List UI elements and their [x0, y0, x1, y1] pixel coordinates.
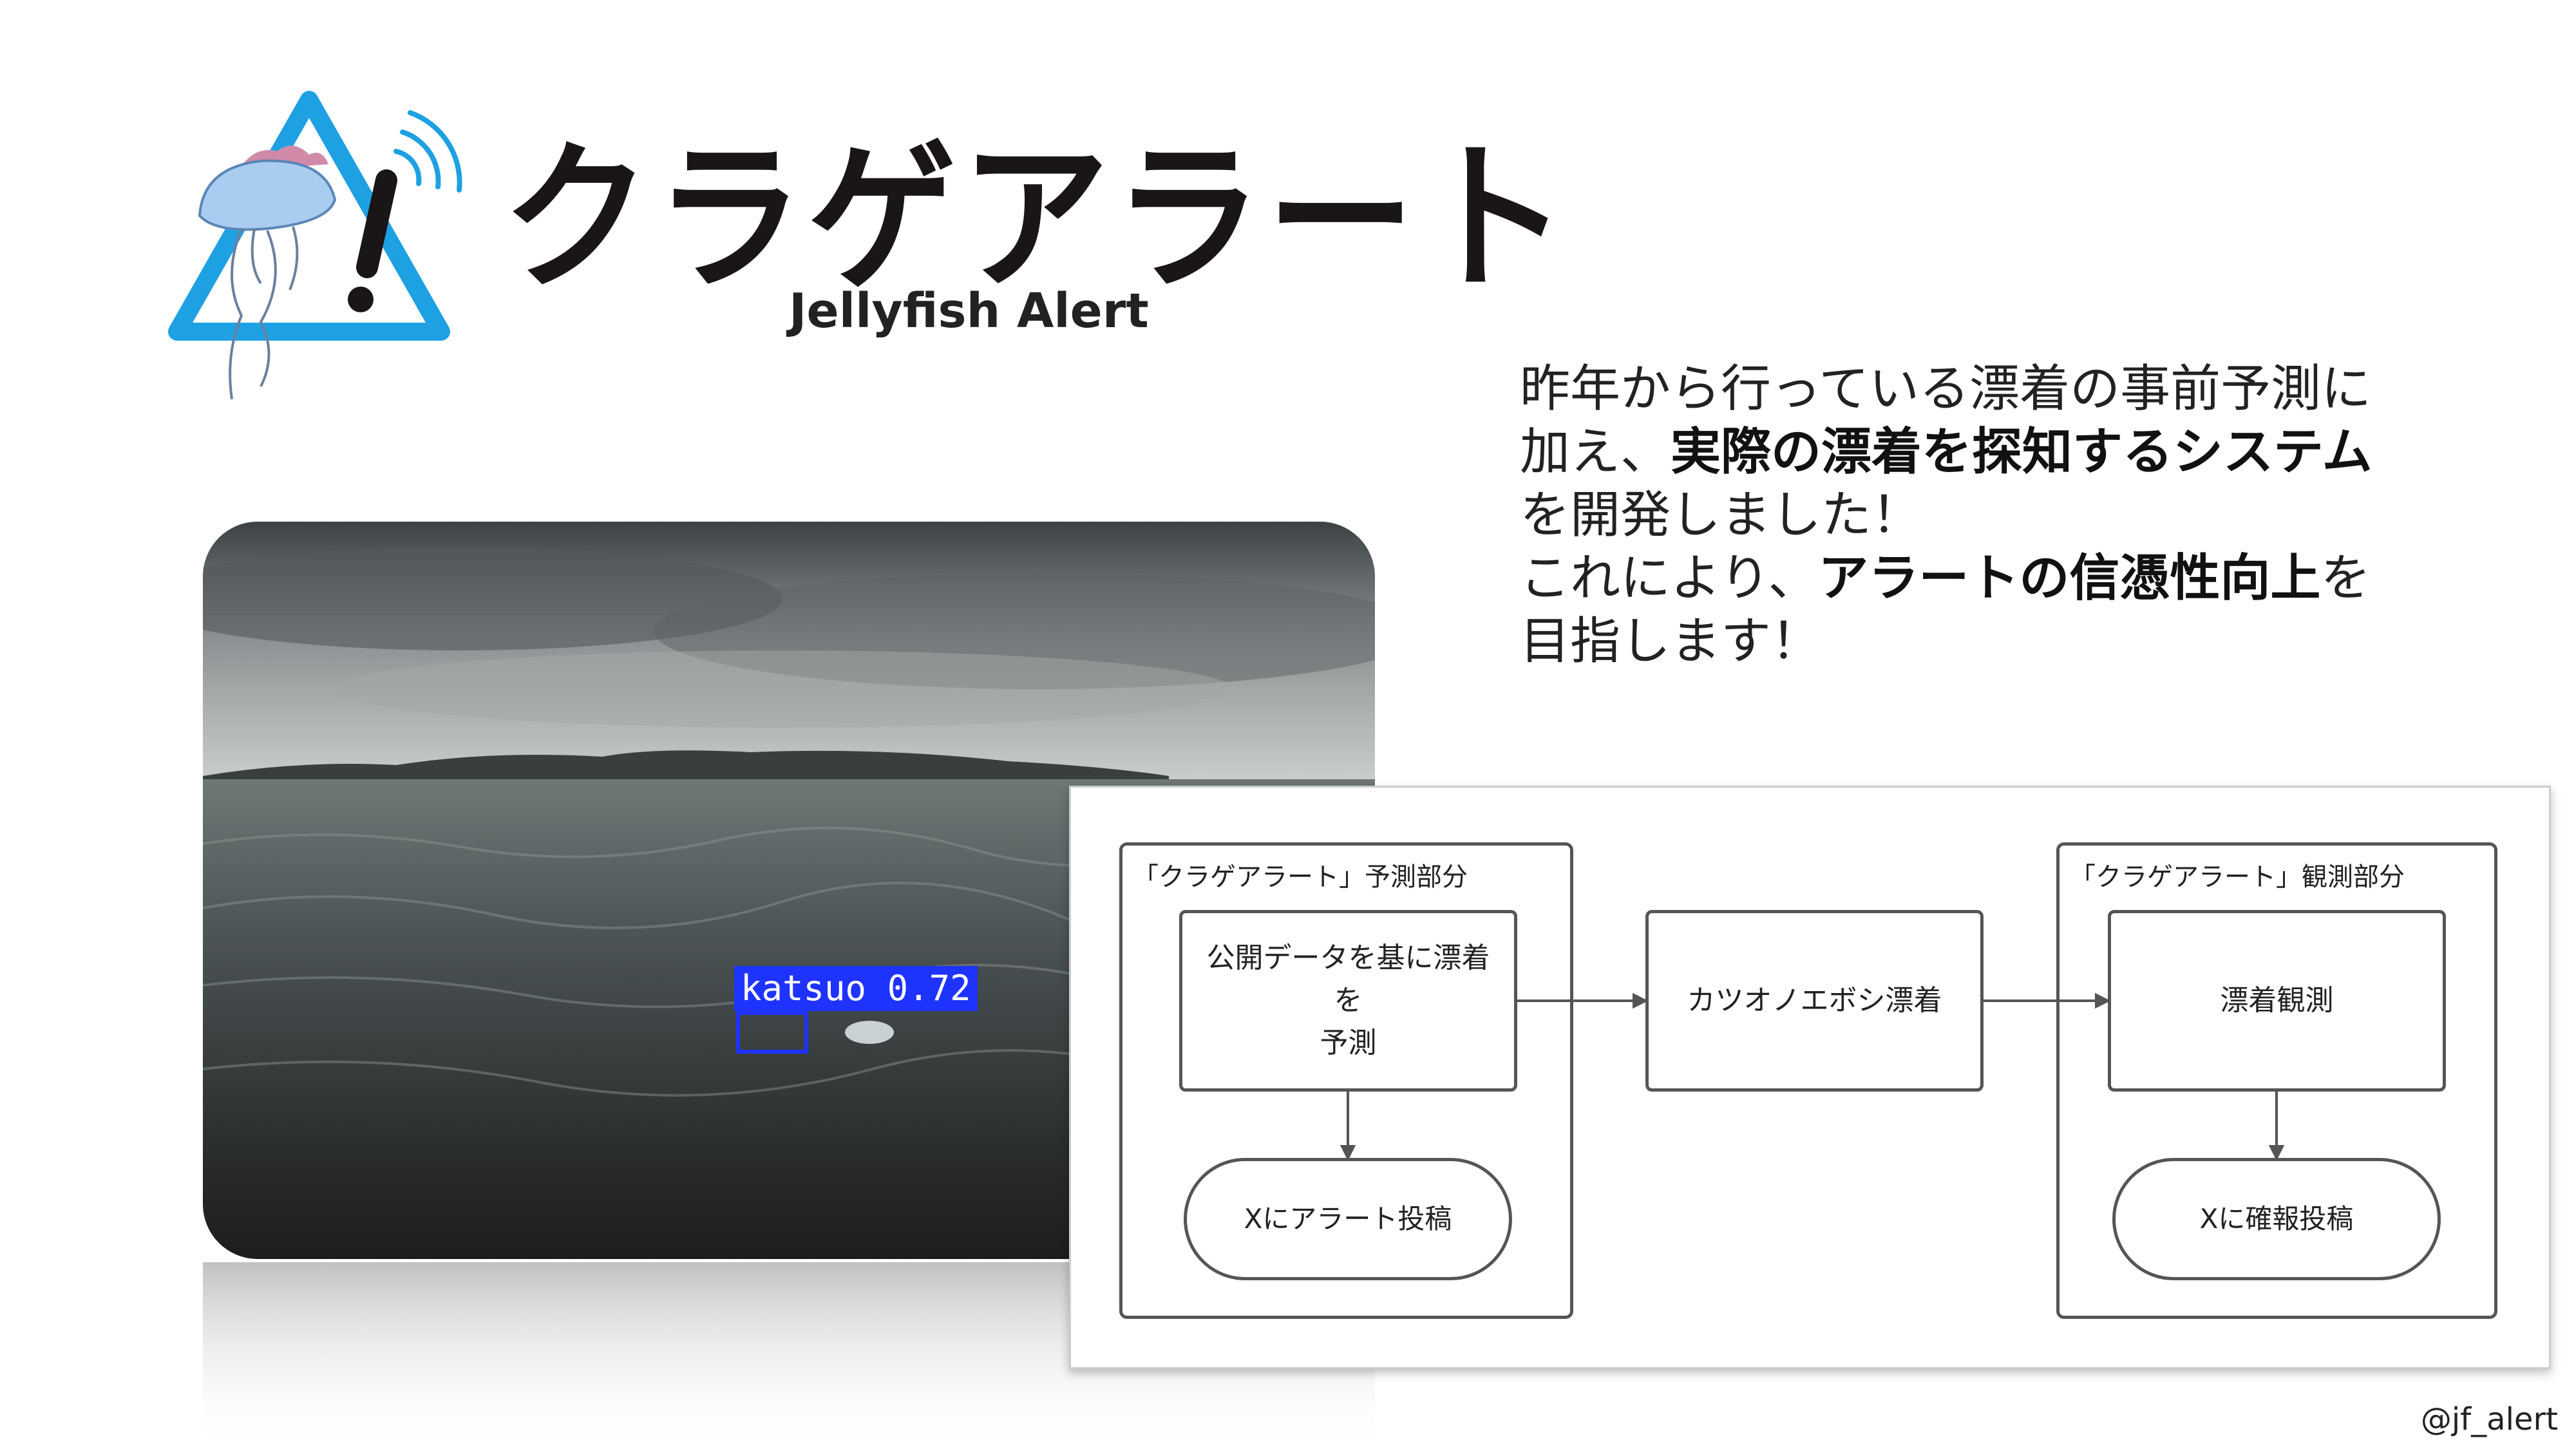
description: 昨年から行っている漂着の事前予測に 加え、実際の漂着を探知するシステム を開発し… [1520, 357, 2447, 673]
twitter-handle[interactable]: @jf_alert [2421, 1401, 2558, 1437]
description-text: 加え、 [1520, 423, 1671, 481]
description-line: を開発しました！ [1520, 486, 1922, 544]
description-emphasis: アラートの信憑性向上 [1818, 549, 2321, 607]
description-line: 目指します！ [1520, 612, 1822, 670]
detection-label: katsuo 0.72 [734, 966, 978, 1011]
description-line: これにより、アラートの信憑性向上を [1520, 547, 2447, 610]
flowchart: 「クラゲアラート」予測部分 「クラゲアラート」観測部分 公開データを基に漂着を予… [1069, 786, 2551, 1369]
description-line: 加え、実際の漂着を探知するシステム [1520, 421, 2447, 484]
description-text: を [2320, 549, 2371, 607]
app-title: クラゲアラート [502, 125, 1573, 312]
app-subtitle: Jellyfish Alert [789, 283, 1149, 339]
detection-box [736, 1011, 808, 1054]
description-line: 昨年から行っている漂着の事前予測に [1520, 360, 2372, 418]
description-emphasis: 実際の漂着を探知するシステム [1671, 423, 2372, 481]
description-text: これにより、 [1520, 549, 1819, 607]
flow-arrows [1340, 992, 2285, 1161]
jellyfish-warning-icon [168, 91, 462, 400]
